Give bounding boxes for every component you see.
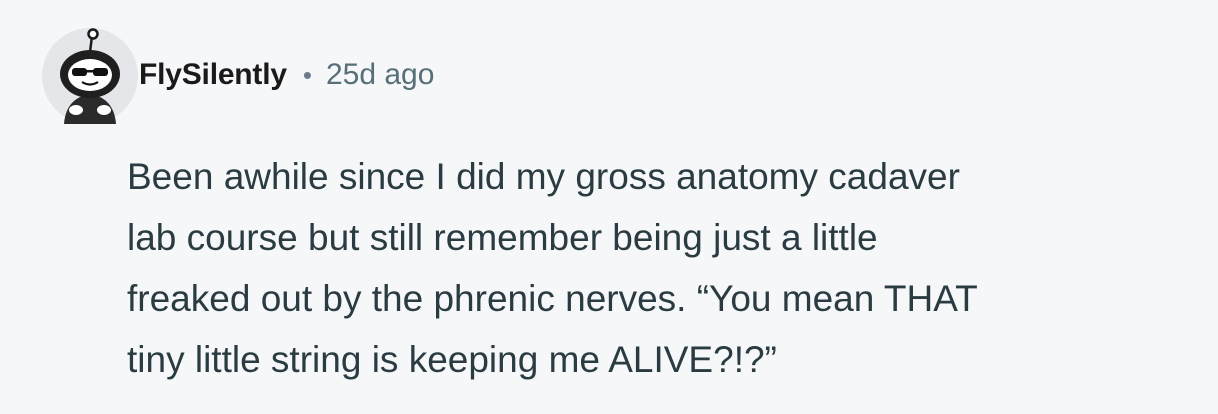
comment-header: FlySilently • 25d ago xyxy=(139,54,434,96)
comment-card: FlySilently • 25d ago Been awhile since … xyxy=(0,0,1218,414)
comment-body-line: lab course but still remember being just… xyxy=(127,217,878,258)
author-username[interactable]: FlySilently xyxy=(139,58,287,92)
meta-separator: • xyxy=(302,59,312,90)
comment-timestamp[interactable]: 25d ago xyxy=(326,58,434,92)
comment-body: Been awhile since I did my gross anatomy… xyxy=(127,146,1187,390)
snoo-avatar-icon xyxy=(42,28,138,124)
comment-body-line: freaked out by the phrenic nerves. “You … xyxy=(127,278,978,319)
user-avatar[interactable] xyxy=(42,28,138,124)
comment-body-line: tiny little string is keeping me ALIVE?!… xyxy=(127,339,777,380)
comment-body-line: Been awhile since I did my gross anatomy… xyxy=(127,156,960,197)
